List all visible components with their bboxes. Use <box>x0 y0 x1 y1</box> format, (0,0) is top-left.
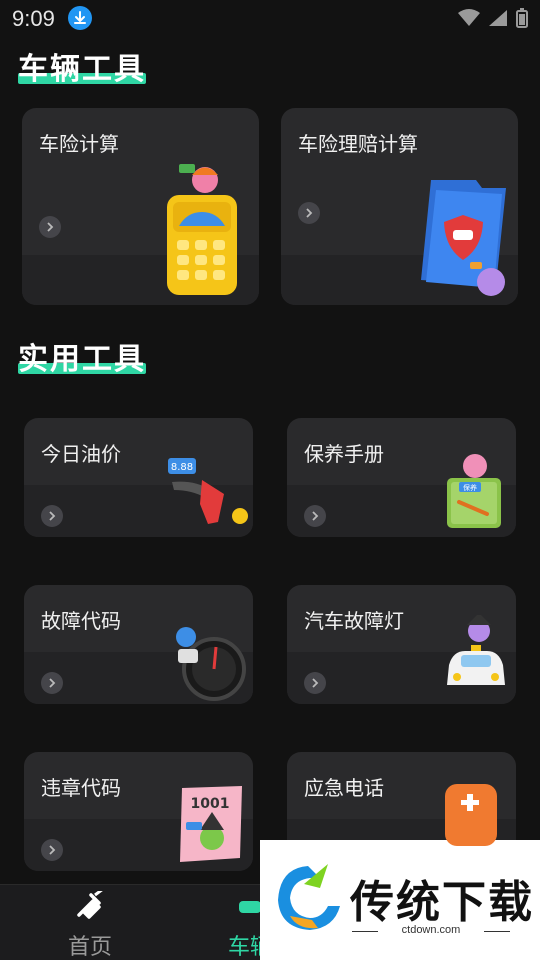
chevron-right-icon[interactable] <box>304 505 326 527</box>
card-label: 今日油价 <box>41 442 121 466</box>
card-violation-code[interactable]: 违章代码 1001 <box>24 752 253 871</box>
chevron-right-icon[interactable] <box>39 216 61 238</box>
tab-home[interactable]: 首页 <box>40 887 140 960</box>
fuel-pump-illustration: 8.88 <box>168 458 248 524</box>
chevron-right-icon[interactable] <box>41 672 63 694</box>
card-label: 违章代码 <box>41 776 121 800</box>
car-illustration <box>447 615 505 685</box>
status-icons <box>458 8 528 28</box>
speedometer-illustration <box>176 627 246 701</box>
section-title-vehicle-tools: 车辆工具 <box>18 52 146 87</box>
card-label: 应急电话 <box>304 776 384 800</box>
card-label: 车险计算 <box>39 132 119 156</box>
chevron-right-icon[interactable] <box>41 839 63 861</box>
card-label: 故障代码 <box>41 609 121 633</box>
card-label: 汽车故障灯 <box>304 609 404 633</box>
wifi-icon <box>458 9 480 26</box>
watermark-overlay: 传统下载 ctdown.com <box>260 840 540 960</box>
fuel-price-tag: 8.88 <box>171 462 193 473</box>
plug-icon <box>77 887 104 919</box>
calculator-illustration <box>167 164 237 295</box>
watermark-logo <box>278 864 340 930</box>
manual-book-illustration: 保养 <box>447 454 501 528</box>
card-warning-lights[interactable]: 汽车故障灯 <box>287 585 516 704</box>
status-time: 9:09 <box>12 6 55 31</box>
card-fuel-price[interactable]: 今日油价 8.88 <box>24 418 253 537</box>
watermark-url: ctdown.com <box>352 924 510 936</box>
violation-code-tag: 1001 <box>191 796 230 812</box>
card-fault-code[interactable]: 故障代码 <box>24 585 253 704</box>
watermark-title: 传统下载 <box>350 877 534 928</box>
section-title-practical-tools: 实用工具 <box>18 342 146 377</box>
chevron-right-icon[interactable] <box>304 672 326 694</box>
tab-home-label: 首页 <box>67 935 112 960</box>
signal-icon <box>489 10 507 26</box>
emergency-phone-illustration <box>445 784 497 846</box>
download-icon <box>68 6 92 30</box>
card-maintenance-manual[interactable]: 保养手册 保养 <box>287 418 516 537</box>
chevron-right-icon[interactable] <box>298 202 320 224</box>
card-insurance-calc[interactable]: 车险计算 <box>22 108 259 305</box>
card-claim-calc[interactable]: 车险理赔计算 <box>281 108 518 305</box>
insurance-folder-illustration <box>421 180 506 296</box>
card-label: 保养手册 <box>304 442 384 466</box>
status-bar: 9:09 <box>0 0 540 36</box>
ticket-illustration: 1001 <box>180 786 242 862</box>
chevron-right-icon[interactable] <box>41 505 63 527</box>
maintenance-tag: 保养 <box>463 483 477 492</box>
card-label: 车险理赔计算 <box>298 132 418 156</box>
battery-icon <box>516 8 528 28</box>
